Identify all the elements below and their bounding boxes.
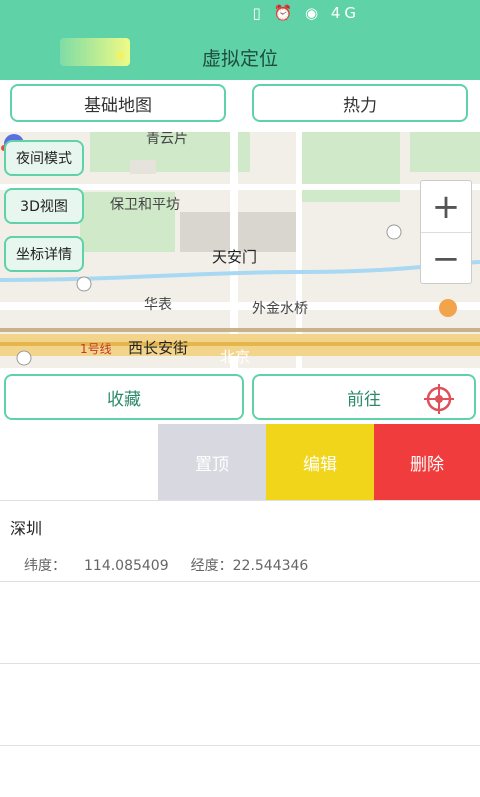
3d-view-button[interactable]: 3D视图 — [4, 188, 84, 224]
eye-icon: ◉ — [304, 4, 323, 22]
go-button-label: 前往 — [347, 389, 381, 410]
longitude-label: 经度： — [190, 558, 233, 574]
tab-heat-map[interactable]: 热力 — [252, 84, 468, 122]
favorite-button[interactable]: 收藏 — [4, 374, 244, 420]
vibrate-icon: ▯ — [252, 4, 265, 22]
longitude-value: 22.544346 — [232, 558, 309, 574]
action-bar: 收藏 前往 — [0, 368, 480, 424]
map-view[interactable]: 青云片 保卫和平坊 天安门 华表 外金水桥 1号线 西长安街 北京 夜间模式 3… — [0, 132, 480, 368]
edit-button[interactable]: 编辑 — [266, 424, 374, 500]
map-label-baowei: 保卫和平坊 — [110, 197, 180, 213]
coordinate-details-button[interactable]: 坐标详情 — [4, 236, 84, 272]
crosshair-target-icon — [424, 384, 454, 414]
zoom-control: + − — [420, 180, 472, 284]
page-title: 虚拟定位 — [201, 48, 278, 70]
map-type-tabs: 基础地图 热力 — [0, 80, 480, 132]
app-header: ▯ ⏰ ◉ 4G ◂ 虚拟定位 — [0, 0, 480, 80]
list-item-empty — [0, 664, 480, 746]
location-coordinates: 纬度： 114.085409 经度：22.544346 — [24, 555, 326, 575]
list-item-empty — [0, 582, 480, 664]
latitude-label: 纬度： — [24, 558, 66, 574]
tab-basic-map[interactable]: 基础地图 — [10, 84, 226, 122]
map-label-tiananmen: 天安门 — [212, 248, 258, 266]
network-indicator: 4G — [330, 4, 360, 22]
pin-top-button[interactable]: 置顶 — [158, 424, 266, 500]
map-label-beijing: 北京 — [220, 348, 251, 366]
map-label-line1: 1号线 — [80, 342, 112, 356]
night-mode-button[interactable]: 夜间模式 — [4, 140, 84, 176]
zoom-out-button[interactable]: − — [421, 233, 471, 285]
swipe-action-row: 置顶 编辑 删除 — [0, 424, 480, 500]
latitude-value: 114.085409 — [84, 558, 169, 574]
location-name: 深圳 — [10, 519, 43, 538]
status-icons: ▯ ⏰ ◉ 4G — [252, 4, 360, 22]
map-label-changan: 西长安街 — [128, 339, 189, 357]
alarm-icon: ⏰ — [273, 4, 297, 22]
map-label-jinshui: 外金水桥 — [252, 301, 308, 317]
map-label-qingyun: 青云片 — [146, 132, 188, 147]
list-item[interactable]: 深圳 纬度： 114.085409 经度：22.544346 — [0, 500, 480, 582]
zoom-in-button[interactable]: + — [421, 181, 471, 233]
delete-button[interactable]: 删除 — [374, 424, 480, 500]
map-label-huabiao: 华表 — [144, 297, 172, 313]
go-button[interactable]: 前往 — [252, 374, 476, 420]
